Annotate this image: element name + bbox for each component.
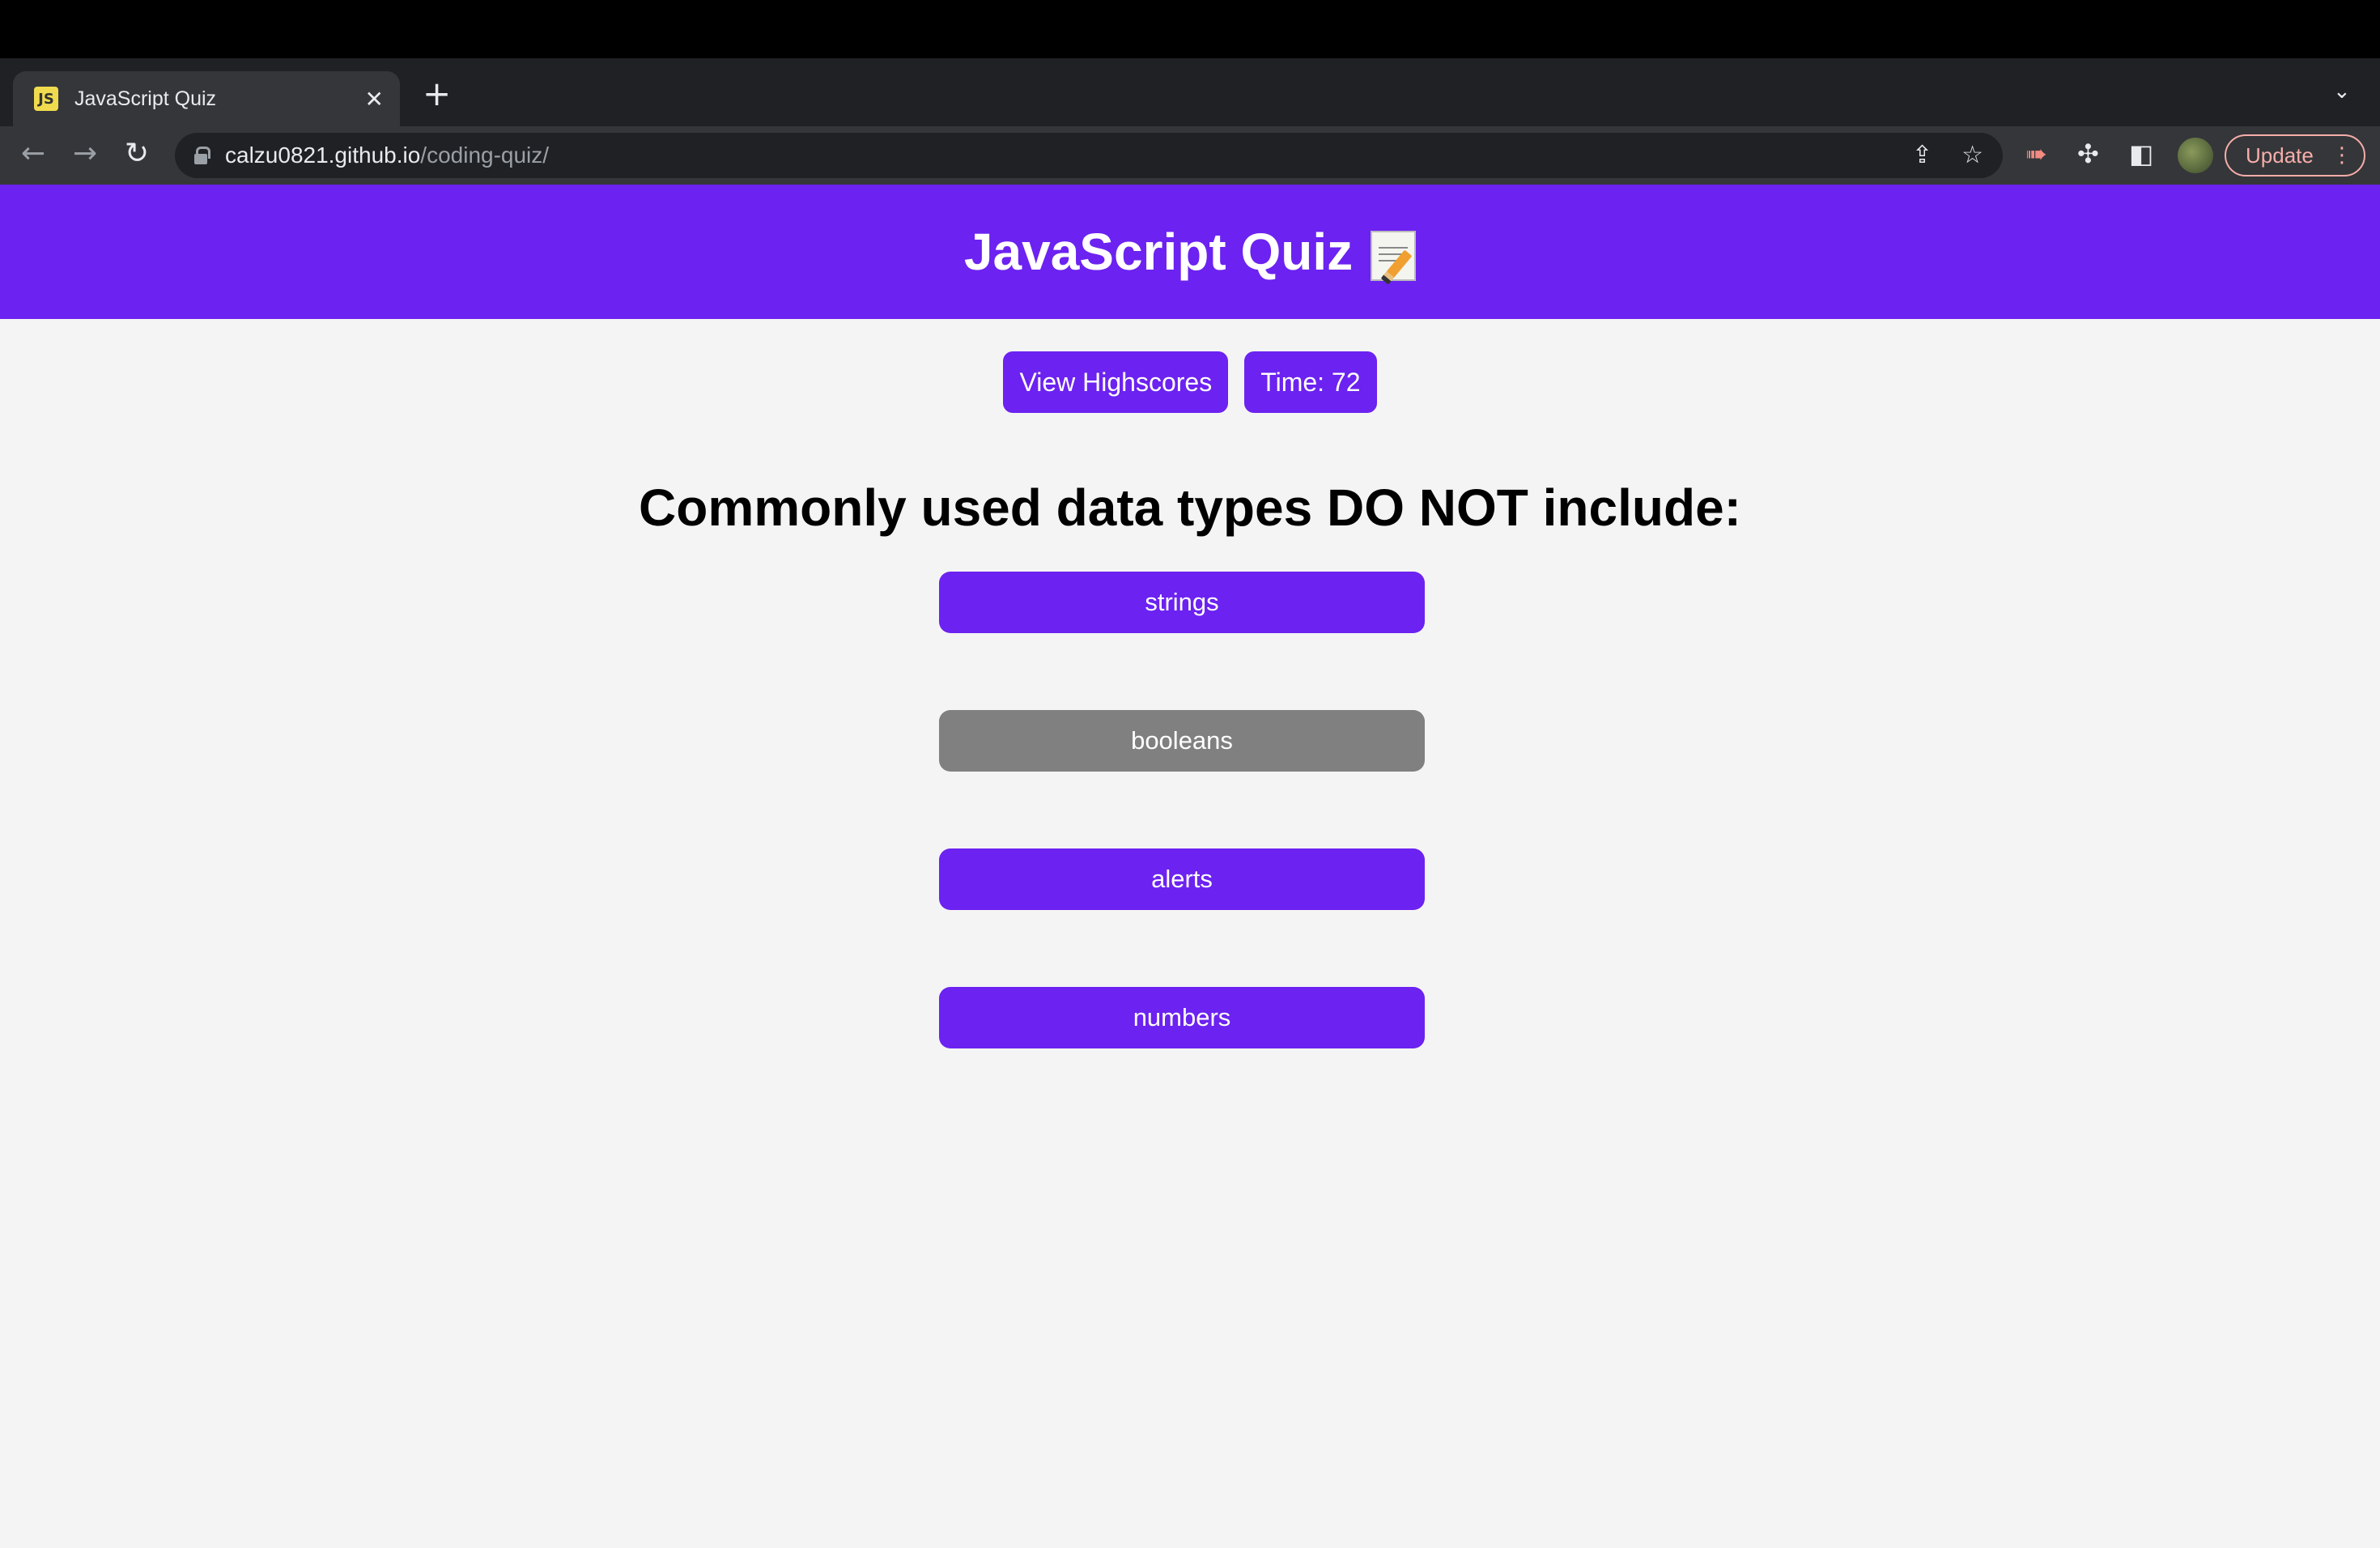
puzzle-extensions-icon[interactable]: ✣ (2077, 138, 2099, 170)
forward-arrow-icon[interactable]: → (73, 138, 97, 170)
answer-choice-booleans[interactable]: booleans (939, 710, 1425, 772)
update-label: Update (2246, 142, 2314, 168)
side-panel-icon[interactable]: ◧ (2129, 138, 2153, 170)
question-text: Commonly used data types DO NOT include: (639, 478, 1741, 537)
bookmark-star-icon[interactable]: ☆ (1961, 141, 1983, 169)
new-tab-plus-icon[interactable]: + (423, 77, 451, 111)
page-title-text: JavaScript Quiz (963, 223, 1354, 281)
more-vertical-icon[interactable]: ⋮ (2331, 142, 2352, 168)
browser-toolbar: ← → ↻ calzu0821.github.io/coding-quiz/ ⇪… (0, 126, 2380, 185)
browser-tab[interactable]: JS JavaScript Quiz ✕ (13, 71, 400, 126)
os-top-bar (0, 0, 2380, 58)
quiz-page: JavaScript Quiz View Highscores Time: 72… (0, 185, 2380, 1548)
timer-display: Time: 72 (1244, 351, 1377, 413)
memo-icon (1371, 231, 1417, 282)
answer-choice-strings[interactable]: strings (939, 572, 1425, 633)
address-bar[interactable]: calzu0821.github.io/coding-quiz/ ⇪ ☆ (175, 133, 2003, 178)
page-title: JavaScript Quiz (963, 222, 1417, 282)
tab-title: JavaScript Quiz (74, 87, 217, 110)
update-button[interactable]: Update ⋮ (2225, 134, 2365, 176)
profile-avatar[interactable] (2178, 138, 2213, 173)
page-header: JavaScript Quiz (0, 185, 2380, 319)
url-text[interactable]: calzu0821.github.io/coding-quiz/ (225, 142, 549, 168)
view-highscores-button[interactable]: View Highscores (1003, 351, 1229, 413)
chevron-down-icon[interactable]: ⌄ (2333, 79, 2351, 104)
back-arrow-icon[interactable]: ← (21, 138, 45, 170)
answer-choice-alerts[interactable]: alerts (939, 848, 1425, 910)
extension-record-icon[interactable]: ➠ (2025, 138, 2047, 170)
tab-strip: JS JavaScript Quiz ✕ (0, 58, 2380, 126)
quiz-controls: View Highscores Time: 72 (0, 351, 2380, 413)
javascript-favicon-icon: JS (34, 87, 58, 111)
close-icon[interactable]: ✕ (365, 86, 384, 113)
share-icon[interactable]: ⇪ (1912, 141, 1932, 169)
answer-choice-numbers[interactable]: numbers (939, 987, 1425, 1048)
lock-icon[interactable] (194, 147, 210, 164)
reload-icon[interactable]: ↻ (125, 138, 149, 170)
answer-choices: strings booleans alerts numbers (939, 572, 1425, 1125)
